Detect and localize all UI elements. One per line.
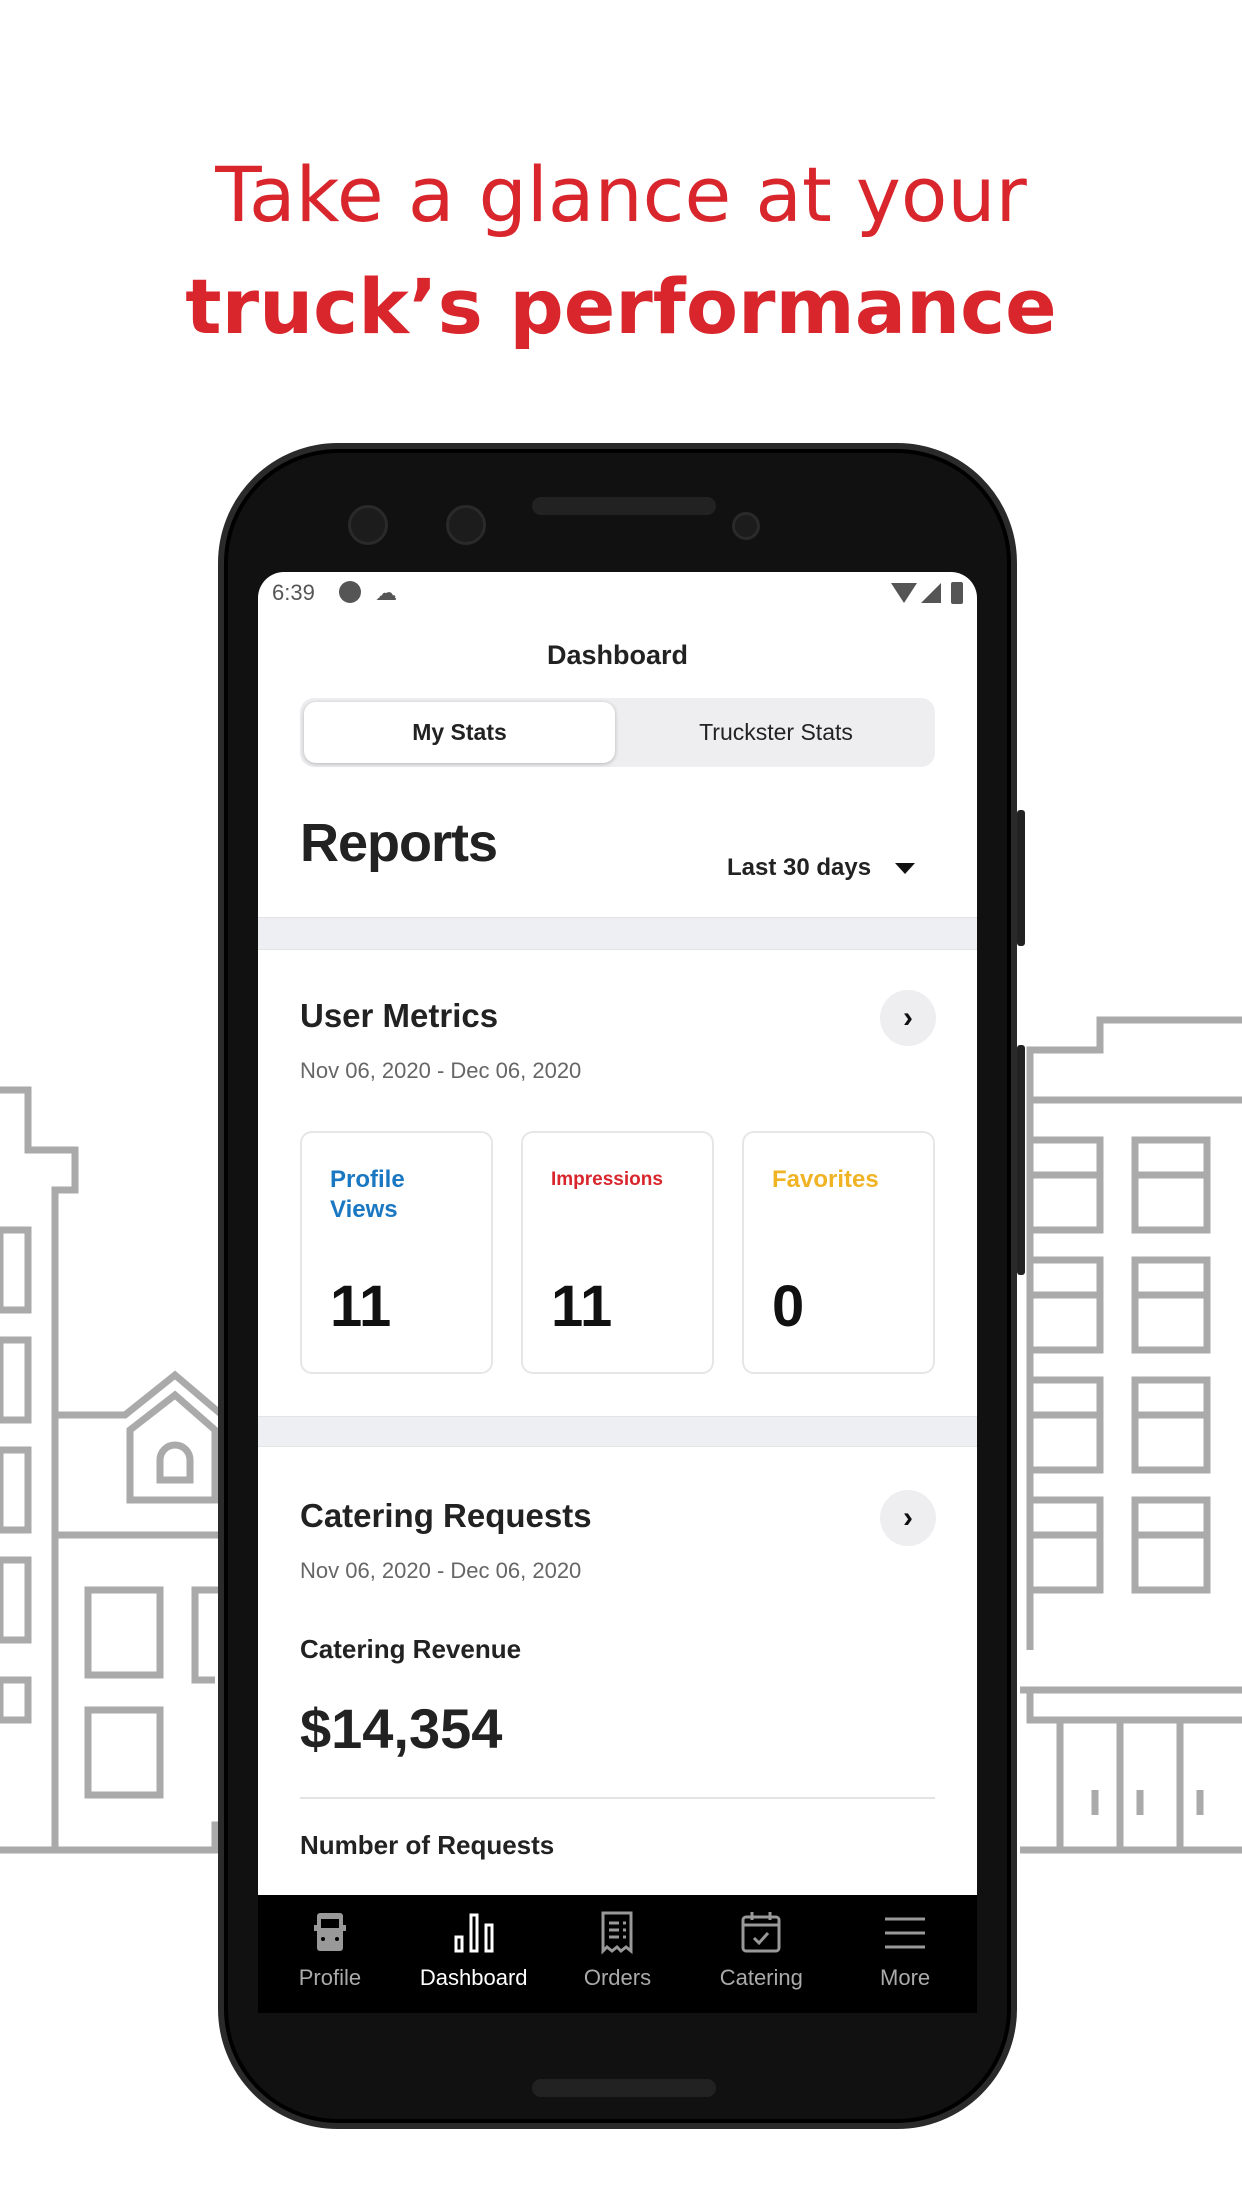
date-range-dropdown[interactable]: Last 30 days <box>727 854 916 882</box>
nav-label: More <box>880 1965 931 1990</box>
metric-card-profile-views[interactable]: Profile Views 11 <box>300 1131 493 1374</box>
page-title: Dashboard <box>546 640 689 670</box>
metric-label: Impressions <box>551 1169 663 1190</box>
metric-value: 11 <box>330 1274 392 1339</box>
number-of-requests-label: Number of Requests <box>300 1830 555 1860</box>
tab-my-stats[interactable]: My Stats <box>304 702 615 763</box>
bottom-nav: Profile Dashboard Orders Catering More <box>258 1895 977 2013</box>
chevron-right-icon: › <box>903 1001 913 1034</box>
nav-label: Orders <box>583 1965 652 1990</box>
date-range-value: Last 30 days <box>727 854 872 881</box>
cloud-icon: ☁ <box>375 580 398 605</box>
nav-orders[interactable]: Orders <box>546 1895 690 2013</box>
metric-label: Favorites <box>772 1166 879 1193</box>
metric-label: Profile Views <box>330 1166 405 1223</box>
speaker-grille <box>532 497 716 515</box>
catering-chevron-button[interactable]: › <box>880 1490 936 1546</box>
metric-value: 0 <box>772 1274 805 1339</box>
sensor-icon <box>732 512 760 540</box>
metric-card-impressions[interactable]: Impressions 11 <box>521 1131 714 1374</box>
nav-dashboard[interactable]: Dashboard <box>402 1895 546 2013</box>
power-button <box>1017 810 1025 946</box>
nav-label: Profile <box>298 1965 362 1990</box>
nav-label: Catering <box>719 1965 803 1990</box>
catering-revenue-label: Catering Revenue <box>300 1634 522 1664</box>
volume-button <box>1017 1045 1025 1275</box>
battery-icon <box>951 582 963 604</box>
signal-icon <box>921 583 941 603</box>
nav-catering[interactable]: Catering <box>689 1895 833 2013</box>
reports-title: Reports <box>300 813 498 873</box>
camera-icon <box>446 505 486 545</box>
receipt-icon <box>601 1911 633 1955</box>
metric-card-favorites[interactable]: Favorites 0 <box>742 1131 935 1374</box>
calendar-check-icon <box>741 1912 781 1953</box>
nav-more[interactable]: More <box>833 1895 977 2013</box>
user-metrics-date-range: Nov 06, 2020 - Dec 06, 2020 <box>300 1058 582 1083</box>
chevron-right-icon: › <box>903 1501 913 1534</box>
speaker-grille <box>532 2079 716 2097</box>
app-icon <box>338 581 361 603</box>
nav-profile[interactable]: Profile <box>258 1895 402 2013</box>
status-time: 6:39 <box>272 580 315 605</box>
status-bar: 6:39 ☁ <box>272 580 397 606</box>
section-divider <box>258 1416 977 1447</box>
dropdown-arrow-icon <box>895 862 916 874</box>
status-icons <box>891 582 963 604</box>
nav-label: Dashboard <box>419 1965 528 1990</box>
catering-date-range: Nov 06, 2020 - Dec 06, 2020 <box>300 1558 582 1583</box>
metric-value: 11 <box>551 1274 613 1339</box>
catering-revenue-value: $14,354 <box>300 1697 503 1760</box>
user-metrics-chevron-button[interactable]: › <box>880 990 936 1046</box>
truck-icon <box>313 1913 346 1951</box>
app-screen: 6:39 ☁ Dashboard My Stats Truckster Stat… <box>258 572 977 2013</box>
user-metrics-title: User Metrics <box>300 997 499 1034</box>
divider <box>300 1797 935 1799</box>
wifi-icon <box>891 583 917 603</box>
stats-tabs: My Stats Truckster Stats <box>300 698 935 767</box>
menu-icon <box>885 1917 926 1949</box>
bar-chart-icon <box>454 1913 494 1953</box>
section-divider <box>258 917 977 950</box>
camera-icon <box>348 505 388 545</box>
tab-truckster-stats[interactable]: Truckster Stats <box>617 698 935 767</box>
catering-title: Catering Requests <box>300 1497 592 1534</box>
